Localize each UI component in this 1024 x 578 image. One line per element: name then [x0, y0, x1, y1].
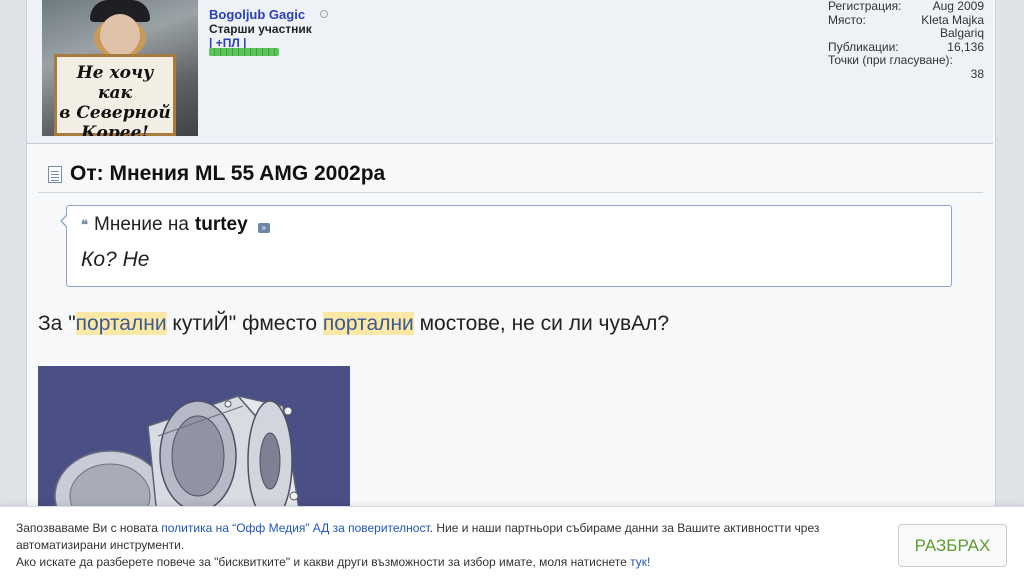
cookie-info-link[interactable]: тук! [630, 555, 650, 569]
cookie-text: Запозваваме Ви с новата политика на “Офф… [16, 520, 896, 571]
quote-header: ❝ Мнение на turtey » [81, 214, 270, 236]
online-status-icon [320, 10, 328, 18]
msg-part-1: За " [38, 312, 76, 335]
cookie-text-1: Запозваваме Ви с новата [16, 521, 162, 535]
quote-author: turtey [194, 214, 248, 235]
post-title-text: От: Мнения ML 55 AMG 2002ра [70, 162, 386, 185]
username-link[interactable]: Bogoljub Gagic [209, 7, 305, 22]
posts-label: Публикации: [828, 39, 899, 54]
user-title: Старши участник [209, 22, 312, 36]
place-value-2: Balgariq [939, 26, 984, 40]
place-value-1: Kleta Majka [921, 12, 984, 27]
cookie-consent-bar: Запозваваме Ви с новата политика на “Офф… [0, 506, 1024, 578]
reputation-bar [209, 48, 279, 56]
user-stats: Регистрация: Aug 2009 Място: Kleta Majka B… [828, 0, 984, 81]
title-divider [38, 192, 983, 193]
msg-part-3: мостове, не си ли чувАл? [413, 312, 670, 335]
post-title: От: Мнения ML 55 AMG 2002ра [48, 162, 385, 186]
avatar-sign: Не хочу как в Северной Корее! [54, 54, 176, 136]
post-image-cad-render[interactable] [38, 366, 350, 526]
posts-value: 16,136 [947, 39, 984, 54]
reg-value: Aug 2009 [932, 0, 984, 13]
msg-part-2: кутиЙ" фместо [166, 312, 323, 335]
points-value: 38 [970, 66, 984, 81]
quote-text: Ко? Не [81, 248, 150, 271]
reg-label: Регистрация: [828, 0, 902, 13]
user-avatar[interactable]: Не хочу как в Северной Корее! [42, 0, 198, 136]
points-label: Точки (при гласуване): [828, 53, 953, 67]
post-document-icon [48, 165, 62, 183]
quote-block: ❝ Мнение на turtey » Ко? Не [60, 205, 952, 287]
cad-render-drawing [54, 394, 301, 526]
highlight-term-1[interactable]: портални [75, 312, 167, 335]
privacy-policy-link[interactable]: политика на “Офф Медия” АД за поверителн… [161, 521, 429, 535]
accept-cookies-button[interactable]: РАЗБРАХ [898, 524, 1007, 567]
quote-prefix: Мнение на [94, 214, 189, 235]
view-post-icon[interactable]: » [257, 223, 270, 233]
quote-icon: ❝ [81, 217, 88, 232]
cookie-text-3: Ако искате да разберете повече за "бискв… [16, 555, 631, 569]
highlight-term-2[interactable]: портални [322, 312, 414, 335]
place-label: Място: [828, 12, 866, 27]
post-message: За "портални кутиЙ" фместо портални мост… [38, 312, 669, 336]
